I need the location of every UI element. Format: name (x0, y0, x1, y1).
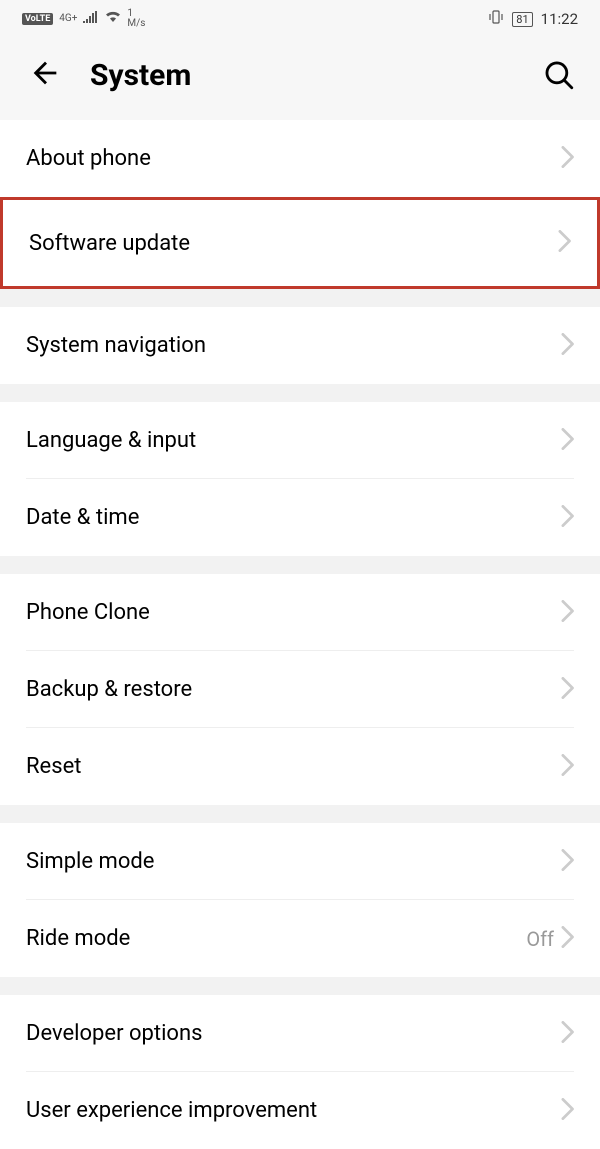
settings-item-phone-clone[interactable]: Phone Clone (0, 574, 600, 651)
chevron-right-icon (560, 333, 574, 359)
battery-icon: 81 (512, 12, 532, 27)
status-bar: VoLTE 4G+ 1 M/s 81 11:22 (0, 0, 600, 38)
chevron-right-icon (560, 1098, 574, 1124)
item-label: Ride mode (26, 926, 526, 951)
item-label: Phone Clone (26, 600, 560, 625)
section-divider (0, 556, 600, 574)
settings-list: About phone Software update System navigat… (0, 120, 600, 1149)
item-label: System navigation (26, 333, 560, 358)
status-left: VoLTE 4G+ 1 M/s (22, 9, 145, 29)
wifi-icon (105, 11, 121, 27)
item-label: User experience improvement (26, 1098, 560, 1123)
chevron-right-icon (560, 505, 574, 531)
chevron-right-icon (560, 926, 574, 952)
back-button[interactable] (28, 56, 62, 94)
settings-item-date-time[interactable]: Date & time (0, 479, 600, 556)
section-divider (0, 977, 600, 995)
status-right: 81 11:22 (488, 9, 578, 29)
settings-item-about-phone[interactable]: About phone (0, 120, 600, 197)
item-label: Language & input (26, 428, 560, 453)
settings-item-user-experience-improvement[interactable]: User experience improvement (0, 1072, 600, 1149)
settings-item-simple-mode[interactable]: Simple mode (0, 823, 600, 900)
search-button[interactable] (542, 58, 576, 92)
network-speed: 1 M/s (127, 9, 145, 29)
app-header: System (0, 38, 600, 120)
signal-icon (83, 11, 99, 27)
settings-item-system-navigation[interactable]: System navigation (0, 307, 600, 384)
section-divider (0, 289, 600, 307)
section-divider (0, 384, 600, 402)
vibrate-icon (488, 9, 504, 29)
volte-icon: VoLTE (22, 13, 53, 25)
settings-item-language-input[interactable]: Language & input (0, 402, 600, 479)
settings-group: Simple mode Ride modeOff (0, 823, 600, 977)
item-label: Software update (29, 231, 557, 256)
settings-group: Language & input Date & time (0, 402, 600, 556)
chevron-right-icon (560, 146, 574, 172)
settings-group: Phone Clone Backup & restore Reset (0, 574, 600, 805)
chevron-right-icon (560, 754, 574, 780)
chevron-right-icon (560, 849, 574, 875)
item-label: Date & time (26, 505, 560, 530)
chevron-right-icon (560, 428, 574, 454)
clock: 11:22 (541, 10, 578, 28)
settings-group: System navigation (0, 307, 600, 384)
item-label: About phone (26, 146, 560, 171)
item-label: Simple mode (26, 849, 560, 874)
item-label: Developer options (26, 1021, 560, 1046)
item-label: Reset (26, 754, 560, 779)
network-indicator: 4G+ (59, 14, 77, 24)
settings-item-reset[interactable]: Reset (0, 728, 600, 805)
settings-group: About phone Software update (0, 120, 600, 289)
chevron-right-icon (560, 600, 574, 626)
item-label: Backup & restore (26, 677, 560, 702)
settings-item-software-update[interactable]: Software update (0, 197, 600, 289)
settings-item-developer-options[interactable]: Developer options (0, 995, 600, 1072)
chevron-right-icon (557, 230, 571, 256)
chevron-right-icon (560, 677, 574, 703)
item-value: Off (526, 927, 554, 951)
section-divider (0, 805, 600, 823)
settings-item-ride-mode[interactable]: Ride modeOff (0, 900, 600, 977)
page-title: System (90, 58, 542, 93)
settings-item-backup-restore[interactable]: Backup & restore (0, 651, 600, 728)
chevron-right-icon (560, 1021, 574, 1047)
